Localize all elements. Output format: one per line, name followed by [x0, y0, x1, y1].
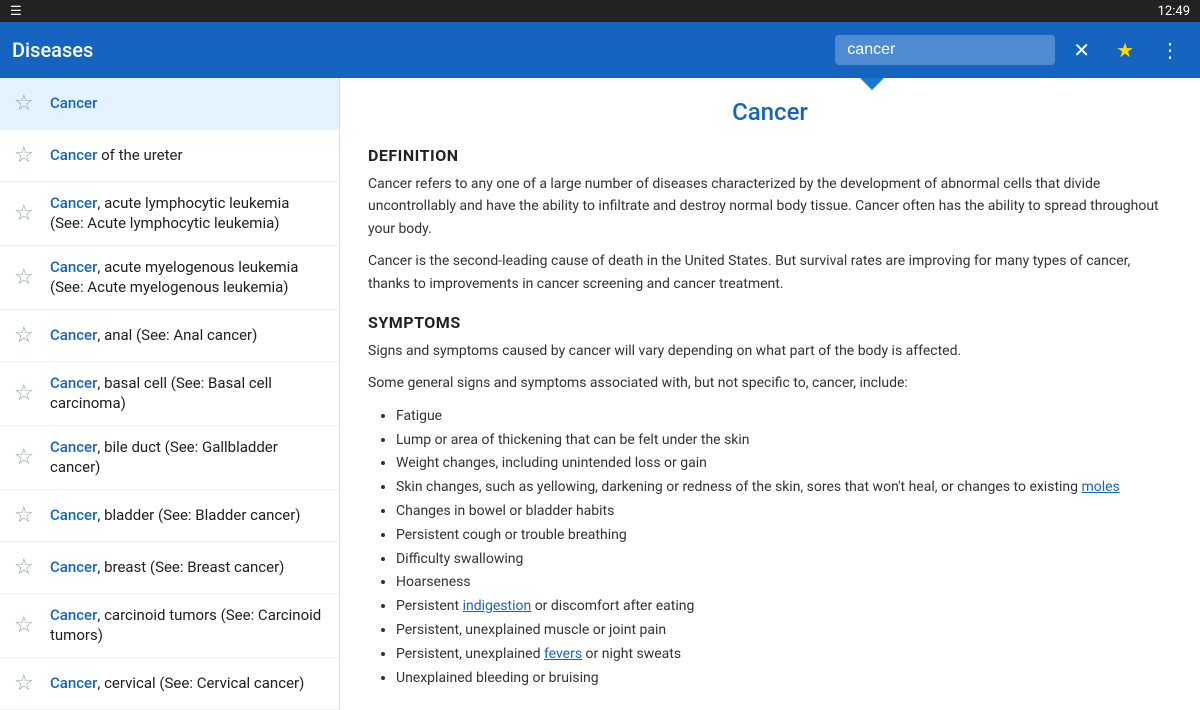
favorite-star-icon[interactable]: ☆	[14, 143, 38, 168]
list-item-highlight: Cancer	[50, 146, 97, 164]
app-bar: Diseases ✕ ★ ⋮	[0, 22, 1200, 78]
list-item[interactable]: ☆ Cancer, carcinoid tumors (See: Carcinoi…	[0, 594, 339, 658]
main-container: ☆ Cancer ☆ Cancer of the ureter ☆ Cancer, acu…	[0, 78, 1200, 710]
search-caret-indicator	[860, 78, 884, 90]
list-item-rest: , anal (See: Anal cancer)	[97, 326, 257, 344]
symptoms-list: FatigueLump or area of thickening that c…	[396, 405, 1172, 691]
symptom-item: Lump or area of thickening that can be f…	[396, 429, 1172, 453]
list-item-highlight: Cancer	[50, 558, 97, 576]
list-item[interactable]: ☆ Cancer of the ureter	[0, 130, 339, 182]
favorite-star-icon[interactable]: ☆	[14, 555, 38, 580]
clear-search-button[interactable]: ✕	[1065, 34, 1098, 67]
fevers-link[interactable]: fevers	[544, 646, 582, 662]
status-bar-time: 12:49	[1158, 4, 1190, 19]
favorite-star-icon[interactable]: ☆	[14, 613, 38, 638]
list-item-text: Cancer, carcinoid tumors (See: Carcinoid…	[50, 606, 325, 645]
indigestion-link[interactable]: indigestion	[463, 598, 532, 614]
list-item-text: Cancer	[50, 94, 97, 114]
list-item-text: Cancer, basal cell (See: Basal cell carc…	[50, 374, 325, 413]
symptom-item: Changes in bowel or bladder habits	[396, 500, 1172, 524]
symptom-item: Unexplained bleeding or bruising	[396, 667, 1172, 691]
favorite-star-icon[interactable]: ☆	[14, 445, 38, 470]
favorite-star-icon[interactable]: ☆	[14, 671, 38, 696]
close-icon: ✕	[1073, 38, 1090, 63]
section-heading-symptoms: SYMPTOMS	[368, 313, 1172, 332]
section-heading-definition: DEFINITION	[368, 146, 1172, 165]
symptoms-intro: Signs and symptoms caused by cancer will…	[368, 340, 1172, 362]
list-item-highlight: Cancer	[50, 674, 97, 692]
status-bar: ☰ 12:49	[0, 0, 1200, 22]
symptom-item: Skin changes, such as yellowing, darkeni…	[396, 476, 1172, 500]
favorite-star-icon[interactable]: ☆	[14, 201, 38, 226]
list-item[interactable]: ☆ Cancer	[0, 78, 339, 130]
symptom-item: Persistent, unexplained fevers or night …	[396, 643, 1172, 667]
symptom-item: Difficulty swallowing	[396, 548, 1172, 572]
list-item[interactable]: ☆ Cancer, bladder (See: Bladder cancer)	[0, 490, 339, 542]
more-options-button[interactable]: ⋮	[1152, 34, 1188, 67]
list-item-highlight: Cancer	[50, 374, 97, 392]
app-title: Diseases	[12, 38, 825, 62]
list-item-text: Cancer, acute lymphocytic leukemia (See:…	[50, 194, 325, 233]
list-item[interactable]: ☆ Cancer, basal cell (See: Basal cell car…	[0, 362, 339, 426]
list-item-highlight: Cancer	[50, 506, 97, 524]
list-item-rest: of the ureter	[97, 146, 182, 164]
list-item-rest: , bladder (See: Bladder cancer)	[97, 506, 300, 524]
list-item-text: Cancer, breast (See: Breast cancer)	[50, 558, 284, 578]
content-title: Cancer	[368, 98, 1172, 126]
content-panel: Cancer DEFINITION Cancer refers to any one…	[340, 78, 1200, 710]
favorite-star-icon[interactable]: ☆	[14, 265, 38, 290]
status-bar-left-icon: ☰	[10, 4, 22, 19]
list-item[interactable]: ☆ Cancer, breast (See: Breast cancer)	[0, 542, 339, 594]
list-item-rest: , breast (See: Breast cancer)	[97, 558, 284, 576]
favorite-star-icon[interactable]: ☆	[14, 503, 38, 528]
list-item-highlight: Cancer	[50, 438, 97, 456]
moles-link[interactable]: moles	[1082, 479, 1120, 495]
list-item-highlight: Cancer	[50, 326, 97, 344]
list-item-rest: , cervical (See: Cervical cancer)	[97, 674, 304, 692]
more-icon: ⋮	[1160, 38, 1180, 63]
symptom-item: Persistent, unexplained muscle or joint …	[396, 619, 1172, 643]
list-item-text: Cancer, anal (See: Anal cancer)	[50, 326, 257, 346]
list-item-text: Cancer, cervical (See: Cervical cancer)	[50, 674, 304, 694]
list-item-text: Cancer, bile duct (See: Gallbladder canc…	[50, 438, 325, 477]
list-item-highlight: Cancer	[50, 194, 97, 212]
symptoms-general: Some general signs and symptoms associat…	[368, 372, 1172, 394]
favorite-star-icon[interactable]: ☆	[14, 91, 38, 116]
favorite-star-icon[interactable]: ☆	[14, 381, 38, 406]
favorite-button[interactable]: ★	[1108, 34, 1142, 67]
list-item[interactable]: ☆ Cancer, acute lymphocytic leukemia (See…	[0, 182, 339, 246]
symptom-item: Hoarseness	[396, 571, 1172, 595]
list-item[interactable]: ☆ Cancer, anal (See: Anal cancer)	[0, 310, 339, 362]
symptom-item: Weight changes, including unintended los…	[396, 452, 1172, 476]
list-item-highlight: Cancer	[50, 258, 97, 276]
star-icon: ★	[1116, 38, 1134, 63]
list-item-highlight: Cancer	[50, 606, 97, 624]
list-item-text: Cancer, acute myelogenous leukemia (See:…	[50, 258, 325, 297]
list-item[interactable]: ☆ Cancer, cervical (See: Cervical cancer)	[0, 658, 339, 710]
search-input[interactable]	[835, 35, 1055, 65]
symptom-item: Persistent indigestion or discomfort aft…	[396, 595, 1172, 619]
list-item-text: Cancer, bladder (See: Bladder cancer)	[50, 506, 301, 526]
list-item[interactable]: ☆ Cancer, acute myelogenous leukemia (See…	[0, 246, 339, 310]
list-item-text: Cancer of the ureter	[50, 146, 183, 166]
sidebar-list: ☆ Cancer ☆ Cancer of the ureter ☆ Cancer, acu…	[0, 78, 340, 710]
content-paragraph: Cancer is the second-leading cause of de…	[368, 250, 1172, 295]
symptom-item: Fatigue	[396, 405, 1172, 429]
favorite-star-icon[interactable]: ☆	[14, 323, 38, 348]
list-item-highlight: Cancer	[50, 94, 97, 112]
list-item[interactable]: ☆ Cancer, bile duct (See: Gallbladder can…	[0, 426, 339, 490]
content-paragraph: Cancer refers to any one of a large numb…	[368, 173, 1172, 240]
symptom-item: Persistent cough or trouble breathing	[396, 524, 1172, 548]
